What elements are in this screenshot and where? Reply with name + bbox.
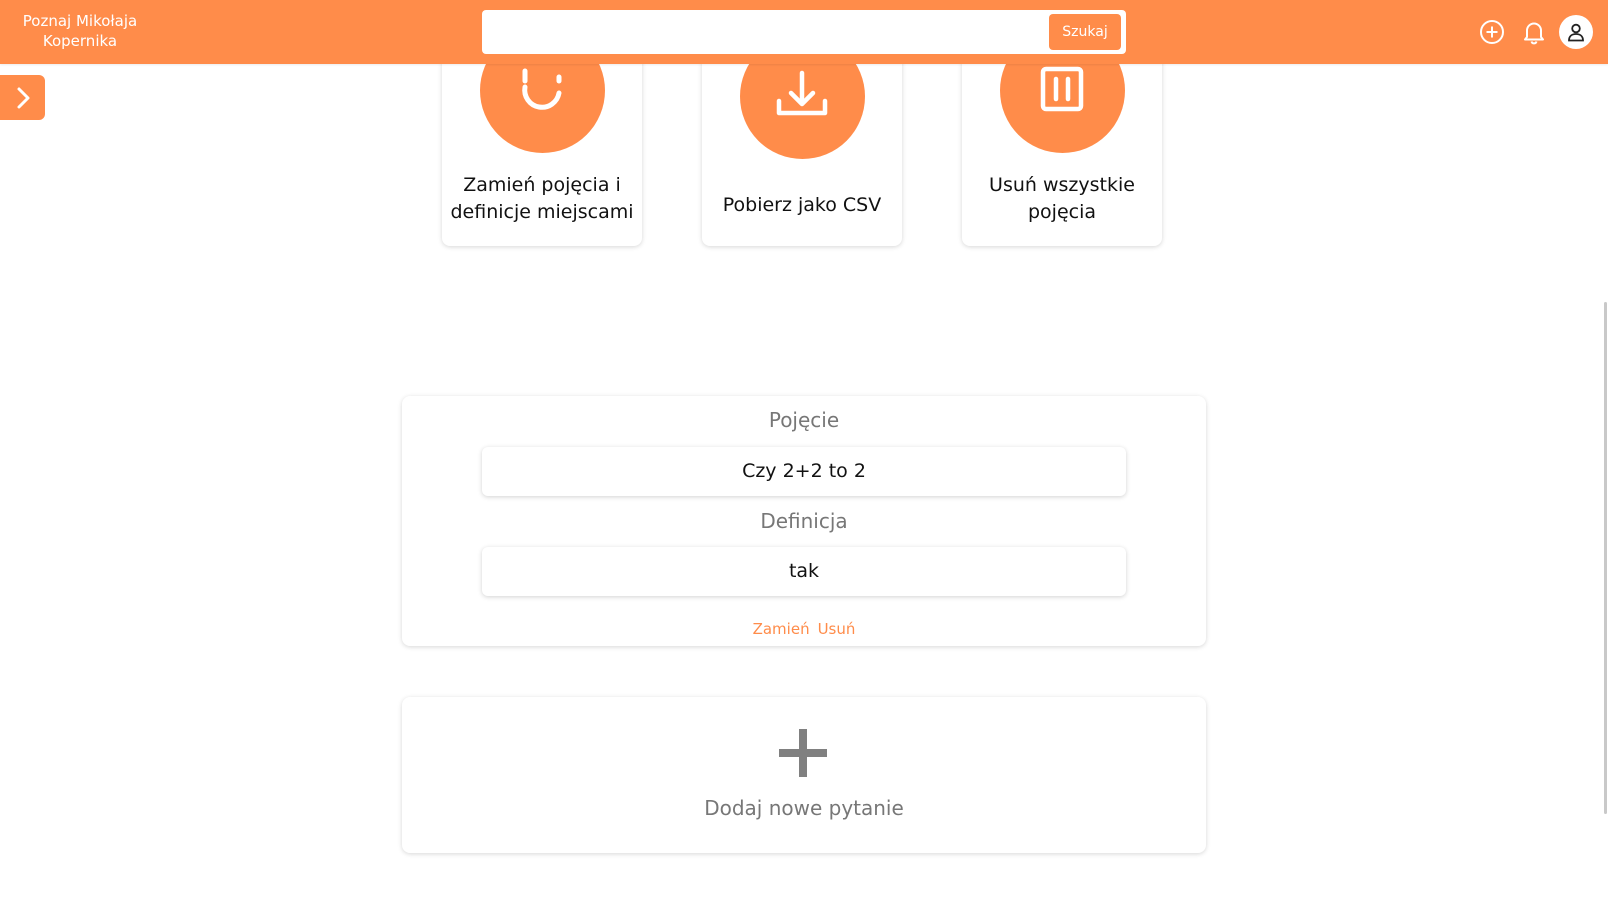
- chevron-right-icon: [17, 87, 30, 109]
- download-icon: [776, 70, 828, 116]
- bell-icon[interactable]: [1520, 18, 1548, 46]
- plus-icon: [779, 729, 827, 777]
- user-icon: [1568, 23, 1584, 42]
- term-card: Pojęcie Czy 2+2 to 2 Definicja tak Zamie…: [402, 396, 1206, 646]
- term-field[interactable]: Czy 2+2 to 2: [482, 447, 1126, 496]
- swap-link[interactable]: Zamień: [753, 620, 810, 638]
- swap-terms-card[interactable]: Zamień pojęcia i definicje miejscami: [442, 28, 642, 246]
- search-button[interactable]: Szukaj: [1049, 14, 1121, 50]
- swap-terms-label: Zamień pojęcia i definicje miejscami: [450, 174, 634, 223]
- card-actions: Zamień Usuń: [402, 620, 1206, 638]
- scrollbar[interactable]: [1604, 302, 1607, 814]
- definition-field[interactable]: tak: [482, 547, 1126, 596]
- download-csv-card[interactable]: Pobierz jako CSV: [702, 34, 902, 246]
- user-avatar-button[interactable]: [1559, 15, 1593, 49]
- delete-all-card[interactable]: Usuń wszystkie pojęcia: [962, 28, 1162, 246]
- term-label: Pojęcie: [768, 408, 840, 432]
- delete-link[interactable]: Usuń: [818, 620, 856, 638]
- download-csv-label: Pobierz jako CSV: [722, 194, 882, 216]
- app-title[interactable]: Poznaj Mikołaja Kopernika: [14, 11, 146, 51]
- add-circle-icon[interactable]: [1478, 18, 1506, 46]
- definition-label: Definicja: [760, 509, 848, 533]
- search-input[interactable]: [486, 14, 1026, 50]
- add-question-label: Dodaj nowe pytanie: [704, 796, 904, 820]
- swap-refresh-icon: [522, 68, 562, 110]
- top-bar: Poznaj Mikołaja Kopernika Szukaj: [0, 0, 1608, 64]
- sidebar-toggle-button[interactable]: [0, 75, 45, 120]
- trash-icon: [1040, 66, 1084, 112]
- search-bar: Szukaj: [482, 10, 1126, 54]
- delete-all-label: Usuń wszystkie pojęcia: [989, 174, 1135, 223]
- add-question-card[interactable]: Dodaj nowe pytanie: [402, 697, 1206, 853]
